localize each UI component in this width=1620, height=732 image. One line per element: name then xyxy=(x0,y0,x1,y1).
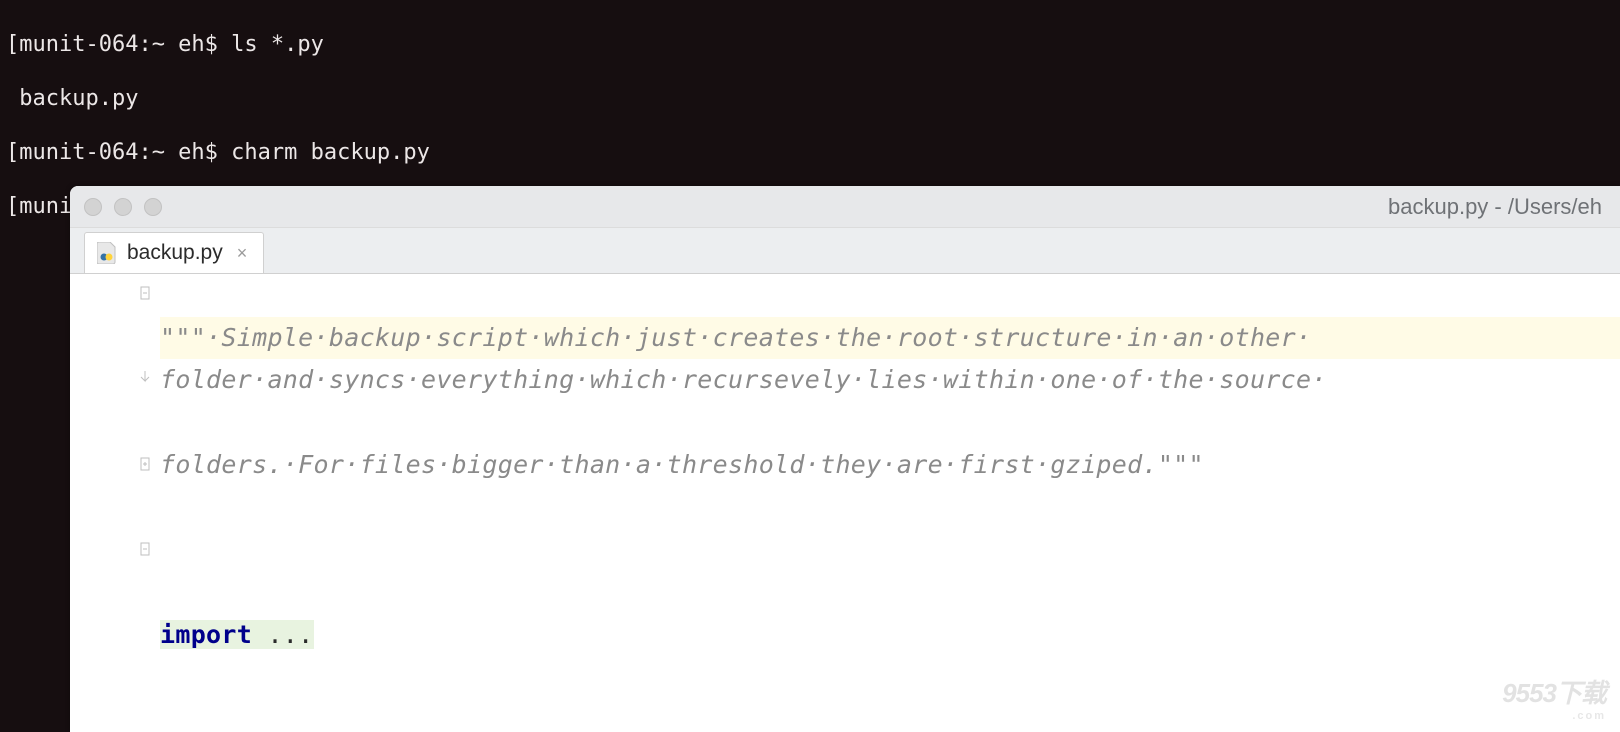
close-window-icon[interactable] xyxy=(84,198,102,216)
docstring-line: folder·and·syncs·everything·which·recurs… xyxy=(160,365,1327,394)
keyword-import: import xyxy=(160,620,252,649)
minimize-window-icon[interactable] xyxy=(114,198,132,216)
titlebar[interactable]: backup.py - /Users/eh xyxy=(70,186,1620,228)
docstring-line: """·Simple·backup·script·which·just·crea… xyxy=(160,323,1311,352)
terminal-output: backup.py xyxy=(19,86,138,111)
fold-toggle-icon[interactable] xyxy=(138,286,154,302)
prompt: [munit-064:~ eh$ xyxy=(6,140,231,165)
gutter[interactable] xyxy=(70,274,160,732)
watermark-sub: .com xyxy=(1502,710,1606,722)
fold-end-icon xyxy=(138,371,154,387)
traffic-lights xyxy=(84,198,162,216)
python-file-icon xyxy=(97,242,117,264)
zoom-window-icon[interactable] xyxy=(144,198,162,216)
code-editor[interactable]: """·Simple·backup·script·which·just·crea… xyxy=(70,274,1620,732)
prompt xyxy=(6,86,19,111)
fold-expand-icon[interactable] xyxy=(138,457,154,473)
docstring-line: folders.·For·files·bigger·than·a·thresho… xyxy=(160,450,1204,479)
terminal-line: backup.py xyxy=(6,85,1614,112)
import-folded: ... xyxy=(252,620,313,649)
watermark-text: 9553下载 xyxy=(1502,678,1606,708)
fold-toggle-icon[interactable] xyxy=(138,542,154,558)
tab-backup-py[interactable]: backup.py × xyxy=(84,232,264,273)
window-title: backup.py - /Users/eh xyxy=(162,194,1606,220)
terminal-cmd: charm backup.py xyxy=(231,140,430,165)
tab-bar: backup.py × xyxy=(70,228,1620,274)
ide-window: backup.py - /Users/eh backup.py × """·Si… xyxy=(70,186,1620,732)
close-tab-icon[interactable]: × xyxy=(233,243,248,264)
watermark: 9553下载 .com xyxy=(1502,673,1606,722)
prompt: [munit-064:~ eh$ xyxy=(6,32,231,57)
tab-label: backup.py xyxy=(127,241,223,265)
terminal-line: [munit-064:~ eh$ charm backup.py xyxy=(6,139,1614,166)
terminal-cmd: ls *.py xyxy=(231,32,324,57)
code-area[interactable]: """·Simple·backup·script·which·just·crea… xyxy=(160,274,1620,732)
terminal-line: [munit-064:~ eh$ ls *.py xyxy=(6,31,1614,58)
